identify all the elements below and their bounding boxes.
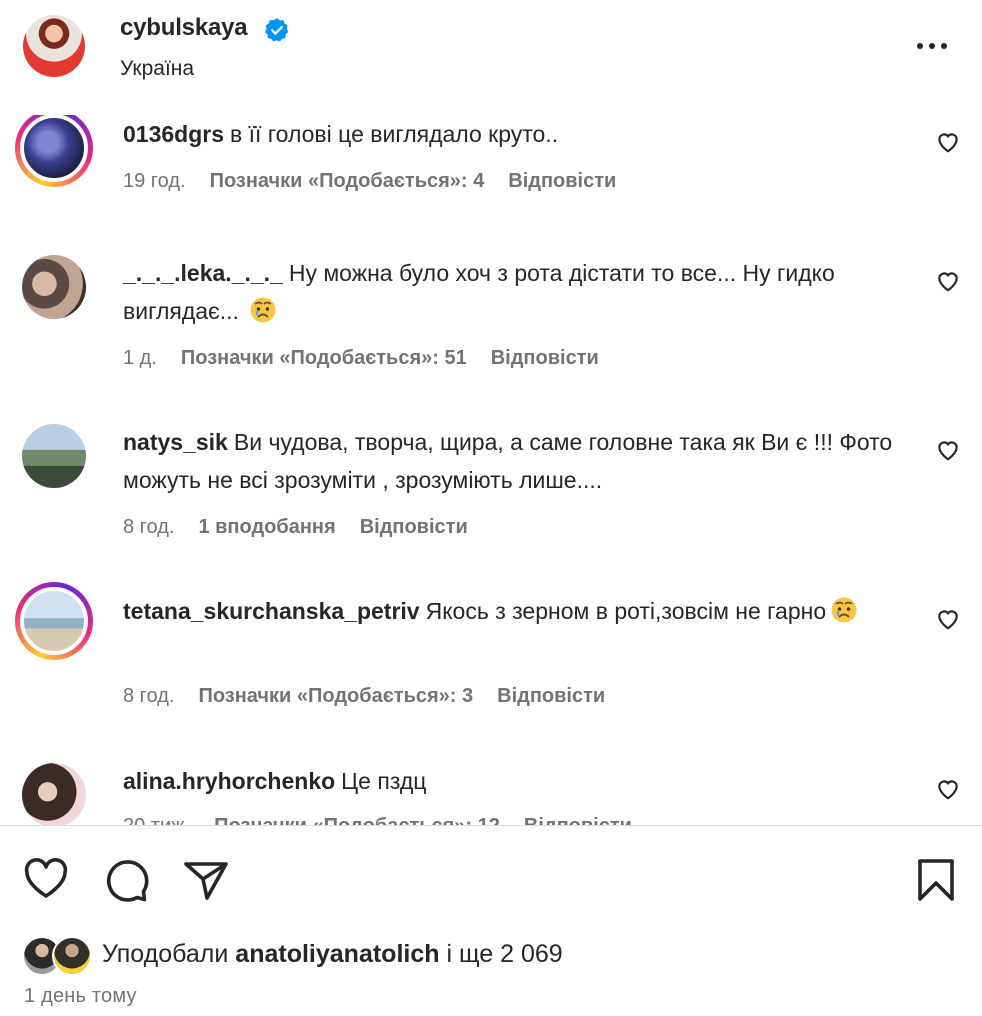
likes-prefix: Уподобали [102,940,229,968]
post-timestamp[interactable]: 1 день тому [24,985,137,1008]
liker-avatars[interactable] [22,936,96,976]
reply-button[interactable]: Відповісти [497,685,605,708]
post-header: cybulskaya Україна [0,0,982,100]
verified-badge-icon [265,18,289,42]
author-avatar[interactable] [23,15,85,77]
comment-text: alina.hryhorchenko Це пздц [123,762,893,800]
comment-meta: 8 год. 1 вподобання Відповісти [123,516,468,539]
liker-username[interactable]: anatoliyanatolich [235,940,439,968]
comment-likes[interactable]: Позначки «Подобається»: 12 [214,815,500,825]
comment-like-heart-icon[interactable] [935,606,961,632]
comment-meta: 8 год. Позначки «Подобається»: 3 Відпові… [123,685,605,708]
author-username[interactable]: cybulskaya [120,14,248,42]
likes-summary: Уподобали anatoliyanatolich і ще 2 069 [22,934,922,978]
commenter-avatar[interactable] [15,756,93,825]
more-options-icon[interactable] [912,36,952,56]
comment-meta: 1 д. Позначки «Подобається»: 51 Відповіс… [123,347,599,370]
comment-time[interactable]: 8 год. [123,685,174,708]
comment-time[interactable]: 19 год. [123,170,186,193]
bookmark-icon[interactable] [912,856,960,904]
commenter-username[interactable]: 0136dgrs [123,121,224,147]
reply-button[interactable]: Відповісти [524,815,632,825]
comment-time[interactable]: 20 тиж. [123,815,190,825]
comment-meta: 19 год. Позначки «Подобається»: 4 Відпов… [123,170,616,193]
comment-icon[interactable] [102,856,150,904]
commenter-avatar[interactable] [15,417,93,495]
commenter-username[interactable]: alina.hryhorchenko [123,768,335,794]
comment-like-heart-icon[interactable] [935,776,961,802]
commenter-username[interactable]: _._._.leka._._._ [123,260,283,286]
comment-text: 0136dgrs в її голові це виглядало круто.. [123,115,893,153]
comment-body: Це пздц [341,768,427,794]
comment-likes[interactable]: Позначки «Подобається»: 4 [210,170,485,193]
comment-body: в її голові це виглядало круто.. [230,121,559,147]
comment-like-heart-icon[interactable] [935,268,961,294]
comment-time[interactable]: 8 год. [123,516,174,539]
commenter-avatar[interactable] [15,115,93,187]
disappointed-face-emoji [831,597,857,623]
share-icon[interactable] [182,856,230,904]
comment-like-heart-icon[interactable] [935,437,961,463]
post-actions [0,848,982,908]
comment-text: natys_sik Ви чудова, творча, щира, а саме… [123,423,893,499]
comment-text: _._._.leka._._._ Ну можна було хоч з рота… [123,254,893,330]
comment-body: Якось з зерном в роті,зовсім не гарно [425,598,827,624]
heart-icon[interactable] [22,856,70,904]
likes-count[interactable]: і ще 2 069 [446,940,562,968]
section-divider [0,825,982,826]
reply-button[interactable]: Відповісти [491,347,599,370]
commenter-username[interactable]: tetana_skurchanska_petriv [123,598,420,624]
comment-likes[interactable]: Позначки «Подобається»: 3 [198,685,473,708]
commenter-avatar[interactable] [15,582,93,660]
comment-meta: 20 тиж. Позначки «Подобається»: 12 Відпо… [123,815,632,825]
comment-text: tetana_skurchanska_petriv Якось з зерном … [123,592,893,630]
comment-like-heart-icon[interactable] [935,129,961,155]
likes-text: Уподобали anatoliyanatolich і ще 2 069 [102,940,563,969]
comment-likes[interactable]: Позначки «Подобається»: 51 [181,347,467,370]
liker-avatar[interactable] [52,936,92,976]
comment-body: Ви чудова, творча, щира, а саме головне … [123,429,893,493]
comment-likes[interactable]: 1 вподобання [198,516,335,539]
reply-button[interactable]: Відповісти [508,170,616,193]
comments-list[interactable]: 0136dgrs в її голові це виглядало круто..… [0,115,982,825]
reply-button[interactable]: Відповісти [360,516,468,539]
post-location[interactable]: Україна [120,57,194,81]
commenter-avatar[interactable] [15,248,93,326]
disappointed-face-emoji [250,297,276,323]
comment-time[interactable]: 1 д. [123,347,157,370]
commenter-username[interactable]: natys_sik [123,429,228,455]
